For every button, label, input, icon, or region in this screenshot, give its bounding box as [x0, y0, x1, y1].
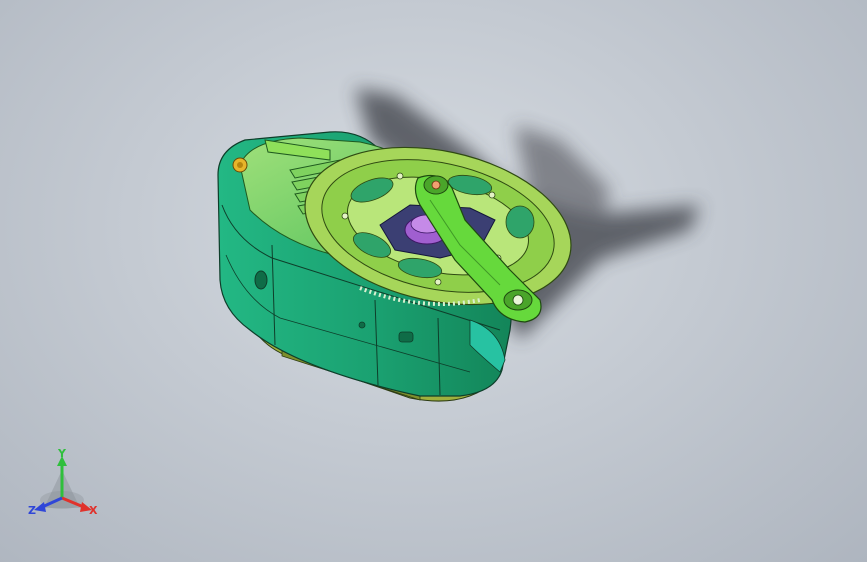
x-axis-label: X — [89, 504, 98, 517]
orientation-triad[interactable]: Y X Z — [26, 448, 106, 520]
y-axis-label: Y — [58, 447, 66, 460]
model-canvas[interactable] — [0, 0, 867, 562]
z-axis-label: Z — [28, 504, 36, 517]
mount-bolt-icon — [232, 157, 248, 173]
graphics-viewport[interactable]: Y X Z — [0, 0, 867, 562]
